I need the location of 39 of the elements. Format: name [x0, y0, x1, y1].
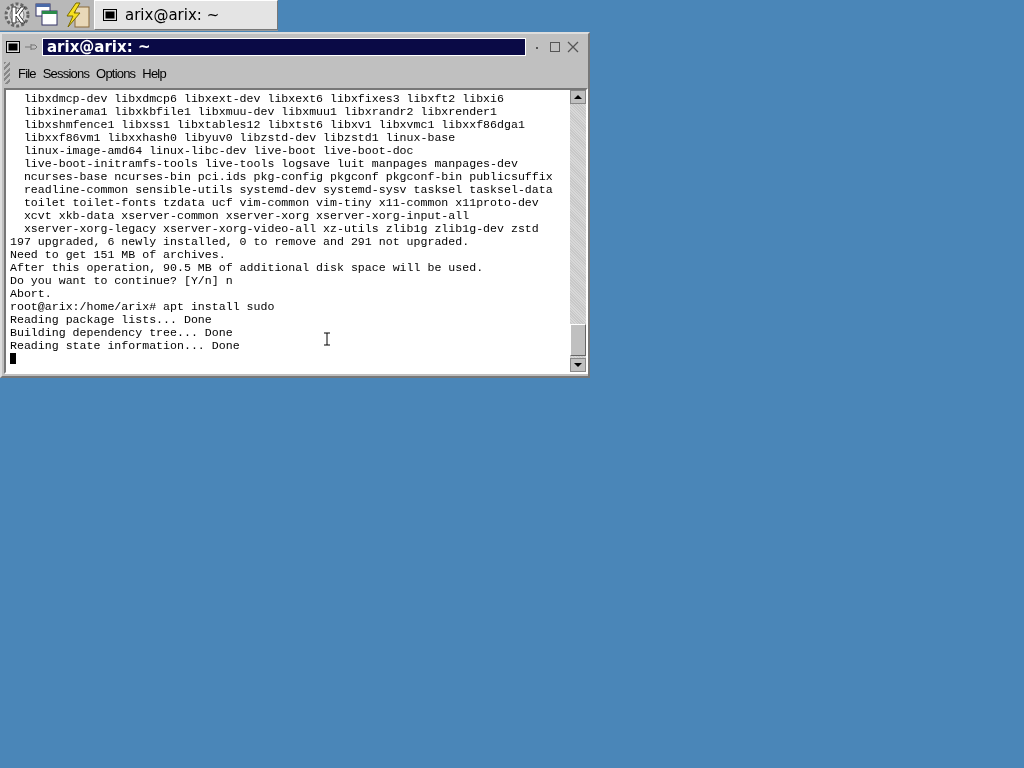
scrollbar-thumb[interactable]	[570, 324, 586, 356]
terminal-line: Building dependency tree... Done	[10, 326, 234, 339]
text-cursor-icon[interactable]	[323, 332, 331, 346]
terminal-line: libxshmfence1 libxss1 libxtables12 libxtst6 libxv1 libxvmc1 libxxf86dga1	[22, 118, 526, 131]
scrollbar[interactable]	[570, 90, 586, 372]
terminal-line: Need to get 151 MB of archives.	[10, 248, 227, 261]
menu-item[interactable]: Sessions	[42, 65, 97, 81]
terminal-line: linux-image-amd64 linux-libc-dev live-boot live-boot-doc	[22, 144, 415, 157]
terminal-line: libxinerama1 libxkbfile1 libxmuu-dev libxmuu1 libxrandr2 libxrender1	[22, 105, 499, 118]
terminal-line: 197 upgraded, 6 newly installed, 0 to remove and 291 not upgraded.	[10, 235, 471, 248]
scroll-down-icon[interactable]	[570, 358, 586, 372]
taskbar-button[interactable]: arix@arix: ~	[94, 0, 278, 30]
windows-icon[interactable]	[33, 1, 61, 29]
terminal-icon[interactable]	[103, 9, 117, 21]
terminal-line: xcvt xkb-data xserver-common xserver-xorg xserver-xorg-input-all	[22, 209, 471, 222]
window-title: arix@arix: ~	[42, 38, 526, 56]
terminal-line: Reading package lists... Done	[10, 313, 213, 326]
terminal-line: libxxf86vm1 libxxhash0 libyuv0 libzstd-dev libzstd1 linux-base	[22, 131, 457, 144]
terminal-line: Reading state information... Done	[10, 339, 241, 352]
terminal-line: toilet toilet-fonts tzdata ucf vim-common vim-tiny x11-common x11proto-dev	[22, 196, 540, 209]
menu-item[interactable]: Options	[96, 65, 143, 81]
gear-icon[interactable]	[3, 1, 31, 29]
terminal-line: Abort.	[10, 287, 53, 300]
lightning-icon[interactable]	[63, 1, 91, 29]
terminal-line: libxdmcp-dev libxdmcp6 libxext-dev libxext6 libxfixes3 libxft2 libxi6	[22, 92, 505, 105]
terminal-line: ncurses-base ncurses-bin pci.ids pkg-config pkgconf pkgconf-bin publicsuffix	[22, 170, 554, 183]
menubar-handle[interactable]	[4, 62, 10, 84]
close-icon[interactable]	[566, 41, 580, 53]
maximize-icon[interactable]	[548, 41, 562, 53]
terminal-line: readline-common sensible-utils systemd-dev systemd-sysv tasksel tasksel-data	[22, 183, 554, 196]
terminal-icon[interactable]	[6, 41, 20, 53]
menu-item[interactable]: File	[18, 65, 43, 81]
menu-item[interactable]: Help	[142, 65, 173, 81]
terminal-line: live-boot-initramfs-tools live-tools logsave luit manpages manpages-dev	[22, 157, 519, 170]
terminal-line: root@arix:/home/arix# apt install sudo	[10, 300, 276, 313]
terminal-line: xserver-xorg-legacy xserver-xorg-video-all xz-utils zlib1g zlib1g-dev zstd	[22, 222, 540, 235]
terminal-line: Do you want to continue? [Y/n] n	[10, 274, 234, 287]
terminal-line: After this operation, 90.5 MB of additional disk space will be used.	[10, 261, 485, 274]
scroll-up-icon[interactable]	[570, 90, 586, 104]
